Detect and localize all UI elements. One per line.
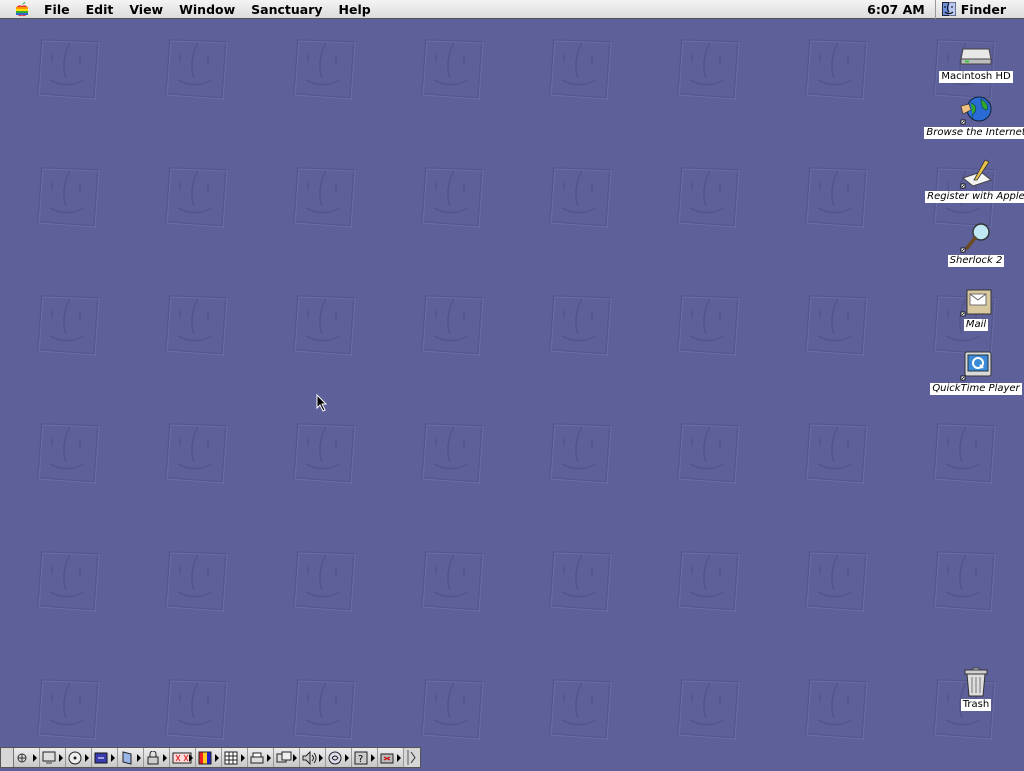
register-pen-icon [959, 158, 993, 190]
menu-edit[interactable]: Edit [78, 0, 122, 19]
internet-globe-icon [959, 94, 993, 126]
desktop-icon-sherlock-2[interactable]: Sherlock 2 [926, 222, 1024, 267]
desktop-icon-trash[interactable]: Trash [926, 666, 1024, 711]
menu-clock[interactable]: 6:07 AM [857, 0, 936, 19]
mail-icon [959, 286, 993, 318]
color-depth-icon[interactable] [196, 748, 222, 767]
apple-icon [16, 2, 28, 17]
control-strip: ? [0, 747, 421, 768]
desktop-icon-label: QuickTime Player [930, 383, 1022, 395]
desktop[interactable]: Macintosh HD Browse the Internet Registe [0, 20, 1024, 768]
location-manager-icon[interactable] [274, 748, 300, 767]
web-sharing-icon[interactable]: ? [352, 748, 378, 767]
desktop-icon-mail[interactable]: Mail [926, 286, 1024, 331]
hard-disk-icon [959, 38, 993, 70]
control-strip-tab[interactable] [404, 748, 420, 767]
remote-access-icon[interactable] [118, 748, 144, 767]
printer-icon[interactable] [248, 748, 274, 767]
desktop-icon-macintosh-hd[interactable]: Macintosh HD [926, 38, 1024, 83]
menu-window[interactable]: Window [171, 0, 243, 19]
menu-file[interactable]: File [36, 0, 78, 19]
desktop-icon-label: Browse the Internet [924, 127, 1024, 139]
wallpaper [0, 20, 1024, 768]
application-menu-label: Finder [960, 1, 1006, 17]
desktop-icon-label: Trash [960, 699, 992, 711]
monitor-bit-depth-icon[interactable] [40, 748, 66, 767]
application-menu[interactable]: Finder [936, 0, 1024, 19]
menu-bar-right: 6:07 AM Finder [857, 0, 1024, 19]
menu-sanctuary[interactable]: Sanctuary [243, 0, 330, 19]
file-sharing-icon[interactable] [92, 748, 118, 767]
keychain-lock-icon[interactable] [144, 748, 170, 767]
svg-text:?: ? [358, 754, 363, 765]
speech-icon[interactable] [326, 748, 352, 767]
desktop-icon-label: Macintosh HD [939, 71, 1013, 83]
apple-menu[interactable] [8, 0, 36, 19]
desktop-icon-label: Register with Apple [925, 191, 1024, 203]
resolution-icon[interactable] [222, 748, 248, 767]
mouse-cursor-icon [316, 393, 328, 416]
desktop-icon-label: Mail [963, 319, 989, 331]
desktop-icon-quicktime-player[interactable]: QuickTime Player [926, 350, 1024, 395]
desktop-icon-label: Sherlock 2 [947, 255, 1005, 267]
appletalk-icon[interactable] [14, 748, 40, 767]
finder-icon [941, 2, 956, 16]
menu-help[interactable]: Help [331, 0, 379, 19]
sherlock-magnifier-icon [959, 222, 993, 254]
menu-view[interactable]: View [121, 0, 171, 19]
extensions-manager-icon[interactable] [170, 748, 196, 767]
sound-volume-icon[interactable] [300, 748, 326, 767]
control-strip-close-tab[interactable] [1, 748, 14, 767]
desktop-icon-browse-internet[interactable]: Browse the Internet [924, 94, 1024, 139]
trash-icon [959, 666, 993, 698]
cd-player-icon[interactable] [66, 748, 92, 767]
quicktime-icon [959, 350, 993, 382]
menu-bar: File Edit View Window Sanctuary Help 6:0… [0, 0, 1024, 19]
energy-saver-icon[interactable] [378, 748, 404, 767]
desktop-icon-register-with-apple[interactable]: Register with Apple [925, 158, 1024, 203]
